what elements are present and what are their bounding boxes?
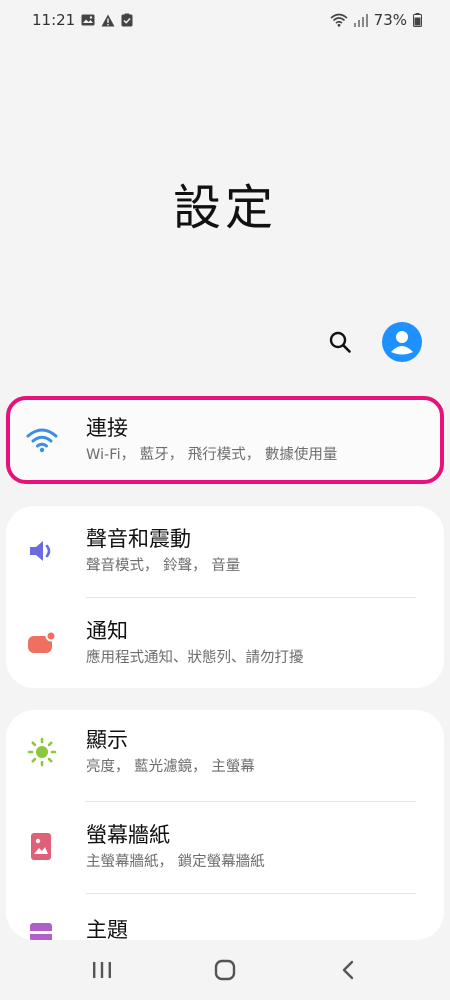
search-icon	[329, 331, 351, 353]
status-right: 73%	[330, 11, 422, 29]
signal-icon	[353, 13, 368, 27]
battery-icon	[413, 13, 422, 27]
item-title: 通知	[86, 619, 128, 643]
status-bar: 11:21 73%	[0, 0, 450, 40]
notification-icon	[26, 627, 58, 659]
back-icon	[343, 960, 354, 980]
wifi-icon	[26, 424, 58, 456]
volume-icon	[26, 535, 58, 567]
themes-text: 主題	[86, 916, 128, 940]
settings-item-connections[interactable]: 連接 Wi-Fi， 藍牙， 飛行模式， 數據使用量	[10, 395, 440, 485]
clipboard-check-icon	[121, 13, 133, 27]
sound-text: 聲音和震動 聲音模式， 鈴聲， 音量	[86, 525, 240, 577]
display-card: 顯示 亮度， 藍光濾鏡， 主螢幕 螢幕牆紙 主螢幕牆紙， 鎖定螢幕牆紙 主題	[6, 710, 444, 940]
item-title: 連接	[86, 416, 128, 440]
wallpaper-text: 螢幕牆紙 主螢幕牆紙， 鎖定螢幕牆紙	[86, 821, 265, 873]
navigation-bar	[0, 940, 450, 1000]
item-title: 顯示	[86, 728, 128, 752]
connections-card: 連接 Wi-Fi， 藍牙， 飛行模式， 數據使用量	[6, 396, 444, 484]
item-title: 聲音和震動	[86, 527, 191, 551]
themes-icon	[26, 918, 58, 940]
item-title: 主題	[86, 918, 128, 940]
home-icon	[214, 959, 236, 981]
connections-text: 連接 Wi-Fi， 藍牙， 飛行模式， 數據使用量	[86, 414, 337, 466]
home-button[interactable]	[195, 948, 255, 992]
battery-percentage: 73%	[373, 11, 407, 29]
sound-notifications-card: 聲音和震動 聲音模式， 鈴聲， 音量 通知 應用程式通知、狀態列、請勿打擾	[6, 506, 444, 688]
page-title: 設定	[172, 180, 277, 236]
item-subtitle: 聲音模式， 鈴聲， 音量	[86, 558, 241, 574]
status-left: 11:21	[32, 11, 133, 29]
image-icon	[81, 14, 95, 26]
profile-button[interactable]	[382, 322, 422, 362]
brightness-icon	[26, 736, 58, 768]
settings-item-themes[interactable]: 主題	[6, 894, 444, 940]
settings-item-notifications[interactable]: 通知 應用程式通知、狀態列、請勿打擾	[6, 598, 444, 688]
back-button[interactable]	[318, 948, 378, 992]
settings-item-wallpaper[interactable]: 螢幕牆紙 主螢幕牆紙， 鎖定螢幕牆紙	[6, 802, 444, 892]
item-title: 螢幕牆紙	[86, 823, 170, 847]
item-subtitle: 亮度， 藍光濾鏡， 主螢幕	[86, 759, 255, 775]
display-text: 顯示 亮度， 藍光濾鏡， 主螢幕	[86, 726, 255, 778]
search-button[interactable]	[320, 322, 360, 362]
item-subtitle: 主螢幕牆紙， 鎖定螢幕牆紙	[86, 854, 265, 870]
item-subtitle: Wi-Fi， 藍牙， 飛行模式， 數據使用量	[86, 447, 338, 463]
recents-button[interactable]	[72, 948, 132, 992]
settings-item-sound[interactable]: 聲音和震動 聲音模式， 鈴聲， 音量	[6, 506, 444, 596]
settings-item-display[interactable]: 顯示 亮度， 藍光濾鏡， 主螢幕	[6, 710, 444, 797]
status-time: 11:21	[32, 11, 76, 29]
account-icon	[391, 331, 413, 355]
action-row	[320, 322, 422, 362]
wifi-icon	[330, 13, 348, 27]
wallpaper-icon	[26, 831, 58, 863]
warning-icon	[101, 14, 115, 27]
recents-icon	[92, 962, 111, 978]
settings-screen: 11:21 73% 設定 連接 Wi-Fi， 藍牙， 飛行模式， 數據使用量 聲…	[0, 0, 450, 1000]
notifications-text: 通知 應用程式通知、狀態列、請勿打擾	[86, 617, 304, 669]
item-subtitle: 應用程式通知、狀態列、請勿打擾	[86, 650, 304, 666]
